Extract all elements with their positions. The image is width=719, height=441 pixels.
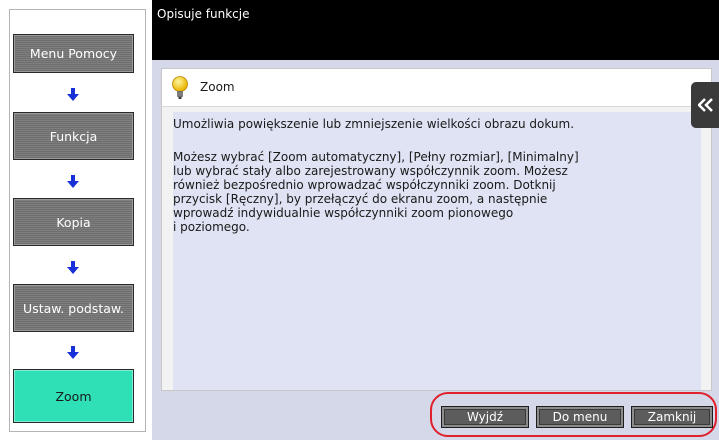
double-chevron-left-icon <box>698 98 713 112</box>
nav-item-label: Ustaw. podstaw. <box>23 300 124 316</box>
nav-item-menu-pomocy[interactable]: Menu Pomocy <box>13 34 134 73</box>
nav-item-ustaw-podstaw[interactable]: Ustaw. podstaw. <box>13 284 134 332</box>
header-bar: Opisuje funkcje <box>152 0 719 60</box>
help-content-card: Zoom Umożliwia powiększenie lub zmniejsz… <box>161 68 712 391</box>
to-menu-button-label: Do menu <box>552 410 608 424</box>
lightbulb-icon <box>172 76 188 99</box>
help-topic-title: Zoom <box>200 80 235 94</box>
help-paragraph: Umożliwia powiększenie lub zmniejszenie … <box>173 117 575 131</box>
help-paragraph: Możesz wybrać [Zoom automatyczny], [Pełn… <box>173 150 579 234</box>
nav-item-label: Funkcja <box>49 128 98 144</box>
nav-item-kopia[interactable]: Kopia <box>13 198 134 246</box>
nav-item-label: Zoom <box>55 388 92 404</box>
arrow-down-icon <box>67 261 79 274</box>
side-panel-toggle[interactable] <box>691 82 719 128</box>
nav-item-label: Menu Pomocy <box>29 46 118 61</box>
arrow-down-icon <box>67 175 79 188</box>
nav-item-zoom[interactable]: Zoom <box>13 369 134 423</box>
help-text-area: Umożliwia powiększenie lub zmniejszenie … <box>173 112 701 390</box>
card-header: Zoom <box>162 69 711 107</box>
close-button-label: Zamknij <box>647 410 697 424</box>
nav-item-funkcja[interactable]: Funkcja <box>13 112 134 160</box>
arrow-down-icon <box>67 346 79 359</box>
to-menu-button[interactable]: Do menu <box>536 406 624 428</box>
arrow-down-icon <box>67 88 79 101</box>
close-button[interactable]: Zamknij <box>631 406 713 428</box>
nav-item-label: Kopia <box>56 214 91 230</box>
exit-button[interactable]: Wyjdź <box>441 406 529 428</box>
exit-button-label: Wyjdź <box>466 410 503 424</box>
page-title: Opisuje funkcje <box>157 7 250 21</box>
